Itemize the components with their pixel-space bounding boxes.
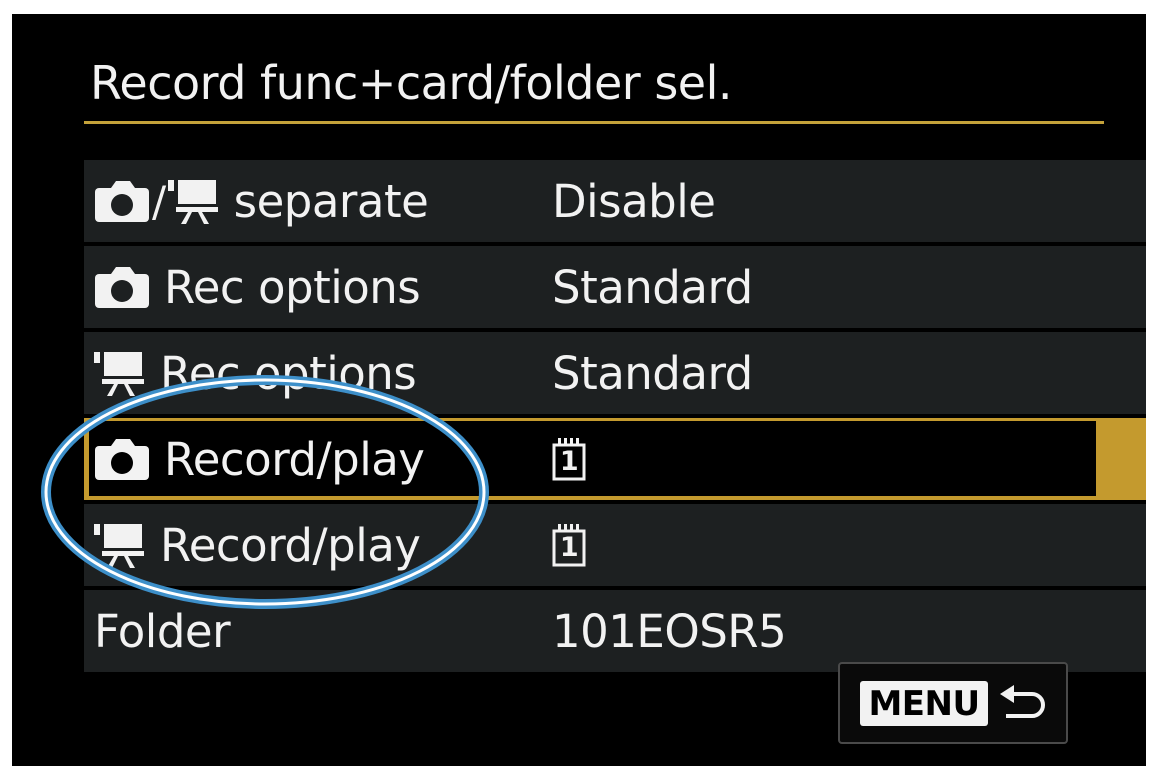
card-slot-icon: 1 (552, 523, 586, 567)
menu-item-folder[interactable]: Folder 101EOSR5 (84, 590, 1146, 672)
movie-icon (94, 350, 146, 396)
menu-item-still-rec-options[interactable]: Rec options Standard (84, 246, 1146, 328)
menu-return-button[interactable]: MENU (838, 662, 1068, 744)
menu-item-label: Folder (94, 604, 231, 658)
card-slot-number: 1 (559, 532, 579, 563)
menu-item-label-wrap: / separate (94, 160, 429, 242)
selection-accent (84, 418, 89, 500)
menu-item-label: Rec options (164, 260, 421, 314)
camera-icon (94, 265, 150, 309)
card-slot-number: 1 (559, 446, 579, 477)
menu-item-value: Standard (552, 346, 753, 400)
page-title: Record func+card/folder sel. (90, 56, 733, 110)
menu-button-label: MENU (860, 680, 988, 726)
menu-list: / separate Disable Rec options Standard … (84, 160, 1146, 676)
menu-item-movie-rec-options[interactable]: Rec options Standard (84, 332, 1146, 414)
menu-item-label: Record/play (160, 518, 421, 572)
camera-icon (94, 437, 150, 481)
menu-item-label: Rec options (160, 346, 417, 400)
card-slot-icon: 1 (552, 437, 586, 481)
menu-item-movie-record-play[interactable]: Record/play 1 (84, 504, 1146, 586)
menu-item-label: Record/play (164, 432, 425, 486)
menu-item-value: 101EOSR5 (552, 604, 787, 658)
movie-icon (167, 178, 220, 224)
return-arrow-icon (998, 684, 1046, 722)
slash-separator: / (152, 176, 166, 226)
camera-menu-screen: Record func+card/folder sel. / separate … (12, 14, 1146, 766)
menu-item-value: Standard (552, 260, 753, 314)
camera-icon (94, 179, 150, 223)
menu-item-separate[interactable]: / separate Disable (84, 160, 1146, 242)
movie-icon (94, 522, 146, 568)
menu-item-still-record-play[interactable]: Record/play 1 (84, 418, 1146, 500)
title-divider (84, 121, 1104, 124)
menu-item-value: Disable (552, 174, 716, 228)
menu-item-label: separate (233, 174, 429, 228)
